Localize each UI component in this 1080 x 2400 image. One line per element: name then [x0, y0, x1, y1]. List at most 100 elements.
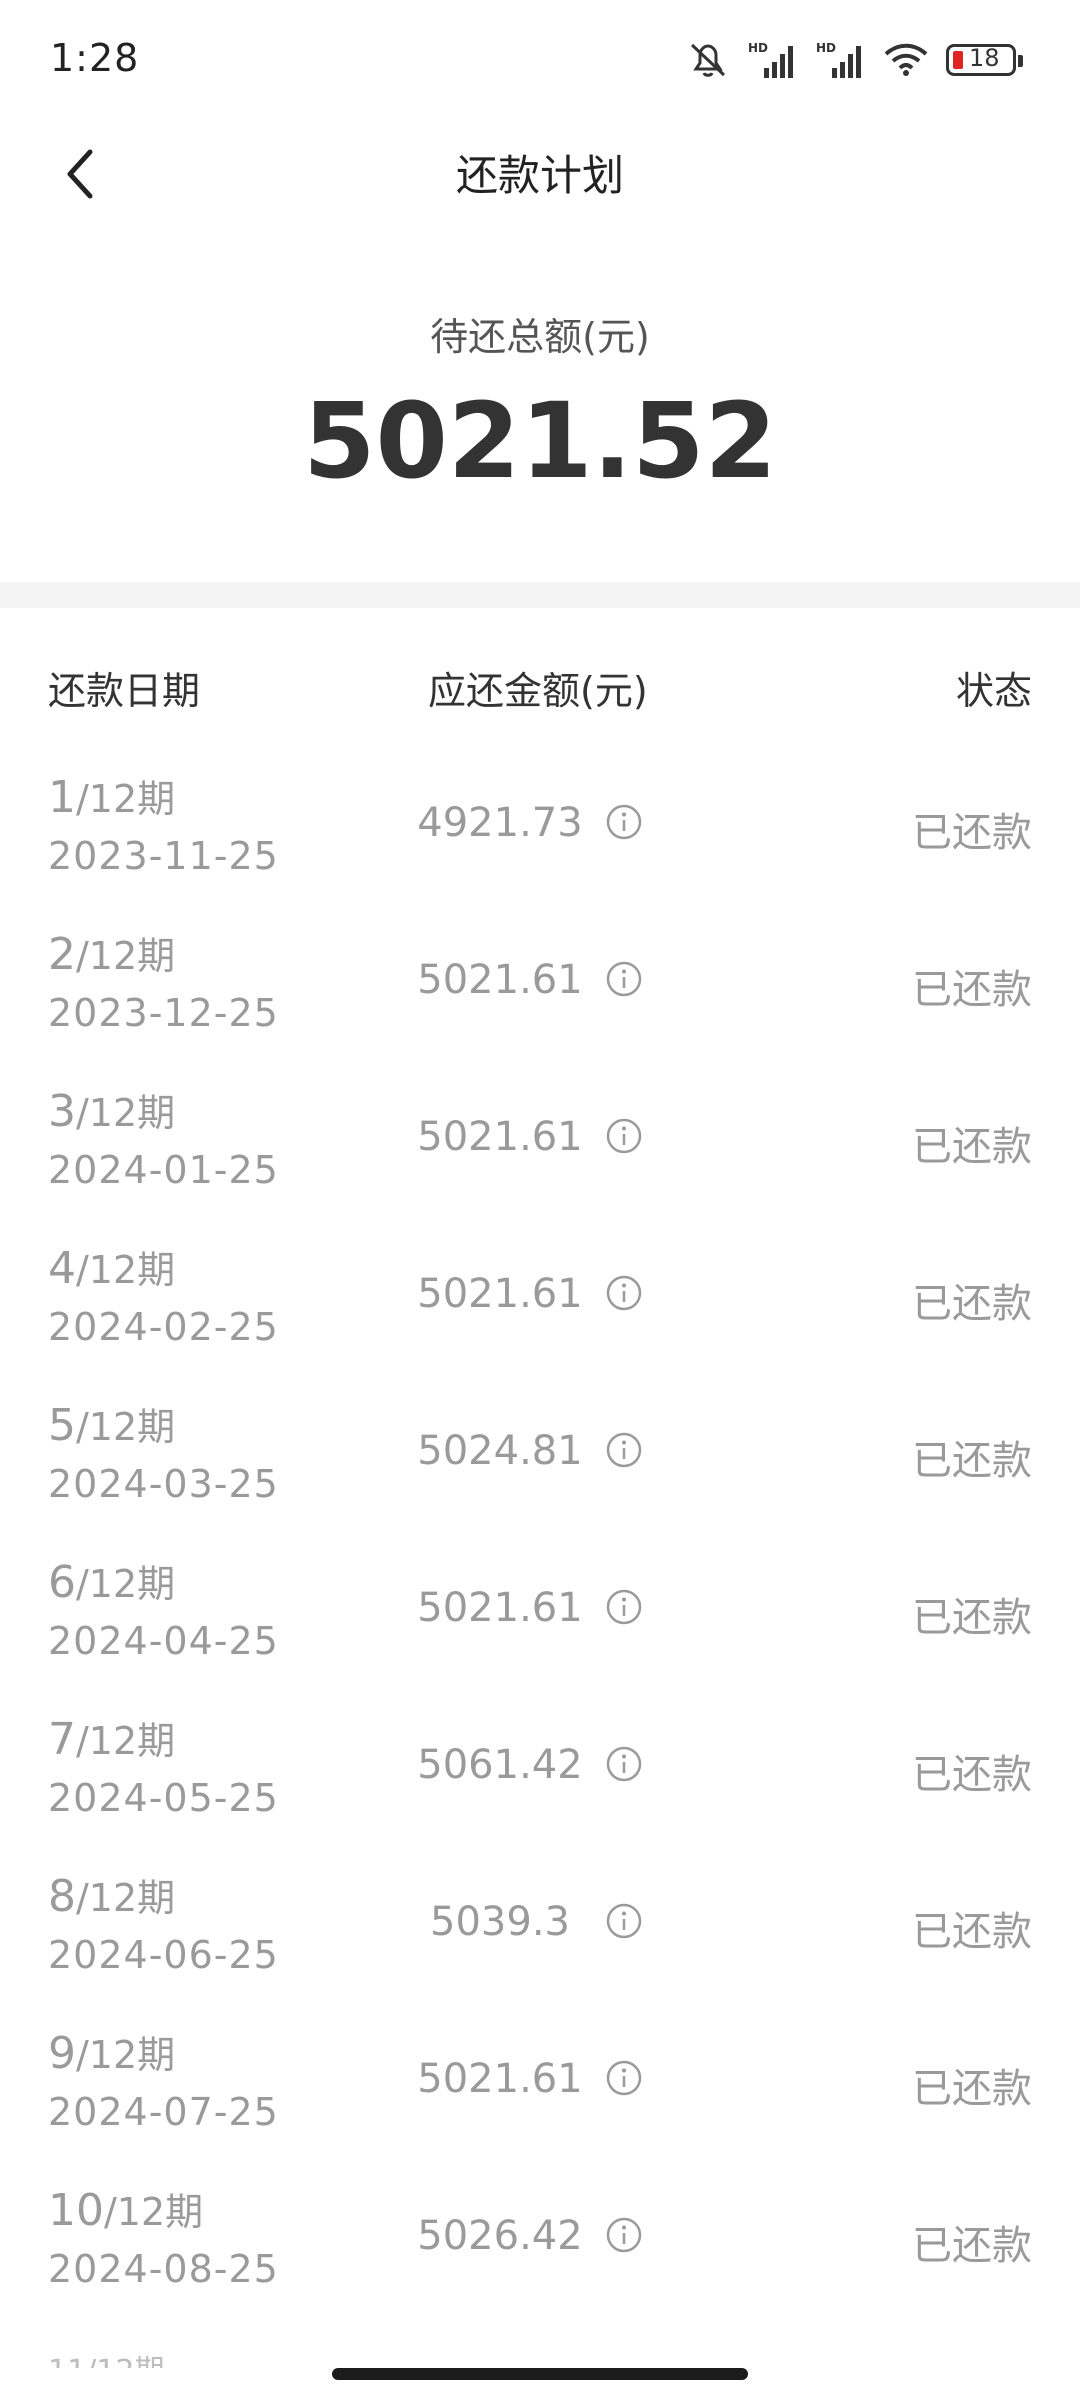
- header-status: 状态: [955, 669, 1032, 713]
- battery-tip: [1018, 55, 1023, 67]
- repayment-status: 已还款: [912, 1595, 1032, 1641]
- info-circle-icon[interactable]: [604, 2215, 644, 2255]
- due-date: 2023-12-25: [48, 991, 279, 1035]
- section-divider: [0, 582, 1080, 608]
- repayment-status: 已还款: [912, 1752, 1032, 1798]
- period-label: 2/12期: [48, 925, 175, 980]
- period-index: 7: [48, 1714, 76, 1765]
- nav-bar: 还款计划: [0, 120, 1080, 230]
- due-amount: 5021.61: [417, 1114, 583, 1160]
- period-index: 9: [48, 2028, 76, 2079]
- due-amount: 5024.81: [417, 1428, 583, 1474]
- info-circle-icon[interactable]: [604, 1116, 644, 1156]
- due-date: 2024-03-25: [48, 1462, 279, 1506]
- period-label: 8/12期: [48, 1867, 175, 1922]
- table-row: 8/12期 2024-06-25 5039.3 已还款: [0, 1859, 1080, 2016]
- home-indicator[interactable]: [332, 2368, 748, 2380]
- repayment-list: 1/12期 2023-11-25 4921.73 已还款 2/12期 2023-…: [0, 760, 1080, 2330]
- cellular-signal-icon-2: HD: [816, 41, 861, 78]
- partial-row-label: 11/12期: [48, 2346, 164, 2368]
- repayment-status: 已还款: [912, 810, 1032, 856]
- period-total: /12期: [76, 1091, 176, 1135]
- period-label: 4/12期: [48, 1239, 175, 1294]
- battery-fill: [953, 51, 963, 69]
- period-total: /12期: [76, 1719, 176, 1763]
- info-circle-icon[interactable]: [604, 802, 644, 842]
- due-amount: 5061.42: [417, 1742, 583, 1788]
- status-bar: 1:28 HD HD 18: [0, 0, 1080, 120]
- period-index: 1: [48, 772, 76, 823]
- status-icons: HD HD 18: [686, 40, 1023, 80]
- wifi-icon: [884, 43, 928, 76]
- due-date: 2024-02-25: [48, 1305, 279, 1349]
- due-amount: 5026.42: [417, 2213, 583, 2259]
- battery-icon: 18: [946, 44, 1023, 76]
- period-total: /12期: [76, 1876, 176, 1920]
- page-title: 还款计划: [455, 151, 624, 200]
- repayment-status: 已还款: [912, 2066, 1032, 2112]
- info-circle-icon[interactable]: [604, 1587, 644, 1627]
- info-circle-icon[interactable]: [604, 1744, 644, 1784]
- svg-text:HD: HD: [816, 41, 836, 55]
- period-total: /12期: [76, 1248, 176, 1292]
- period-label: 5/12期: [48, 1396, 175, 1451]
- table-row: 6/12期 2024-04-25 5021.61 已还款: [0, 1545, 1080, 1702]
- cellular-signal-icon: HD: [748, 41, 793, 78]
- info-circle-icon[interactable]: [604, 1901, 644, 1941]
- period-index: 4: [48, 1243, 76, 1294]
- due-date: 2024-04-25: [48, 1619, 279, 1663]
- info-circle-icon[interactable]: [604, 959, 644, 999]
- period-index: 10: [48, 2185, 104, 2236]
- total-due-amount: 5021.52: [303, 380, 777, 502]
- period-label: 10/12期: [48, 2181, 203, 2236]
- period-label: 6/12期: [48, 1553, 175, 1608]
- due-amount: 5021.61: [417, 1271, 583, 1317]
- total-due-label: 待还总额(元): [430, 315, 650, 359]
- due-amount: 4921.73: [417, 800, 583, 846]
- table-row: 3/12期 2024-01-25 5021.61 已还款: [0, 1074, 1080, 1231]
- period-index: 2: [48, 929, 76, 980]
- header-amount: 应还金额(元): [428, 669, 648, 713]
- due-date: 2024-08-25: [48, 2247, 279, 2291]
- period-total: /12期: [76, 1405, 176, 1449]
- repayment-status: 已还款: [912, 1124, 1032, 1170]
- period-label: 3/12期: [48, 1082, 175, 1137]
- period-label: 9/12期: [48, 2024, 175, 2079]
- table-header: 还款日期 应还金额(元) 状态: [0, 650, 1080, 713]
- repayment-status: 已还款: [912, 2223, 1032, 2269]
- table-row: 10/12期 2024-08-25 5026.42 已还款: [0, 2173, 1080, 2330]
- table-row: 4/12期 2024-02-25 5021.61 已还款: [0, 1231, 1080, 1388]
- table-row: 1/12期 2023-11-25 4921.73 已还款: [0, 760, 1080, 917]
- table-row: 9/12期 2024-07-25 5021.61 已还款: [0, 2016, 1080, 2173]
- due-date: 2023-11-25: [48, 834, 279, 878]
- table-row: 5/12期 2024-03-25 5024.81 已还款: [0, 1388, 1080, 1545]
- svg-text:HD: HD: [748, 41, 768, 55]
- period-index: 3: [48, 1086, 76, 1137]
- repayment-status: 已还款: [912, 967, 1032, 1013]
- due-date: 2024-07-25: [48, 2090, 279, 2134]
- table-row: 2/12期 2023-12-25 5021.61 已还款: [0, 917, 1080, 1074]
- period-total: /12期: [76, 1562, 176, 1606]
- battery-level: 18: [969, 44, 1000, 72]
- info-circle-icon[interactable]: [604, 1273, 644, 1313]
- due-amount: 5021.61: [417, 2056, 583, 2102]
- header-date: 还款日期: [48, 669, 201, 713]
- repayment-status: 已还款: [912, 1909, 1032, 1955]
- info-circle-icon[interactable]: [604, 2058, 644, 2098]
- period-index: 5: [48, 1400, 76, 1451]
- period-total: /12期: [76, 777, 176, 821]
- status-time: 1:28: [50, 36, 140, 80]
- period-label: 1/12期: [48, 768, 175, 823]
- info-circle-icon[interactable]: [604, 1430, 644, 1470]
- period-total: /12期: [76, 934, 176, 978]
- due-amount: 5021.61: [417, 957, 583, 1003]
- due-date: 2024-01-25: [48, 1148, 279, 1192]
- due-amount: 5039.3: [430, 1899, 570, 1945]
- repayment-status: 已还款: [912, 1438, 1032, 1484]
- table-row: 7/12期 2024-05-25 5061.42 已还款: [0, 1702, 1080, 1859]
- period-label: 7/12期: [48, 1710, 175, 1765]
- period-total: /12期: [76, 2033, 176, 2077]
- repayment-status: 已还款: [912, 1281, 1032, 1327]
- due-amount: 5021.61: [417, 1585, 583, 1631]
- due-date: 2024-06-25: [48, 1933, 279, 1977]
